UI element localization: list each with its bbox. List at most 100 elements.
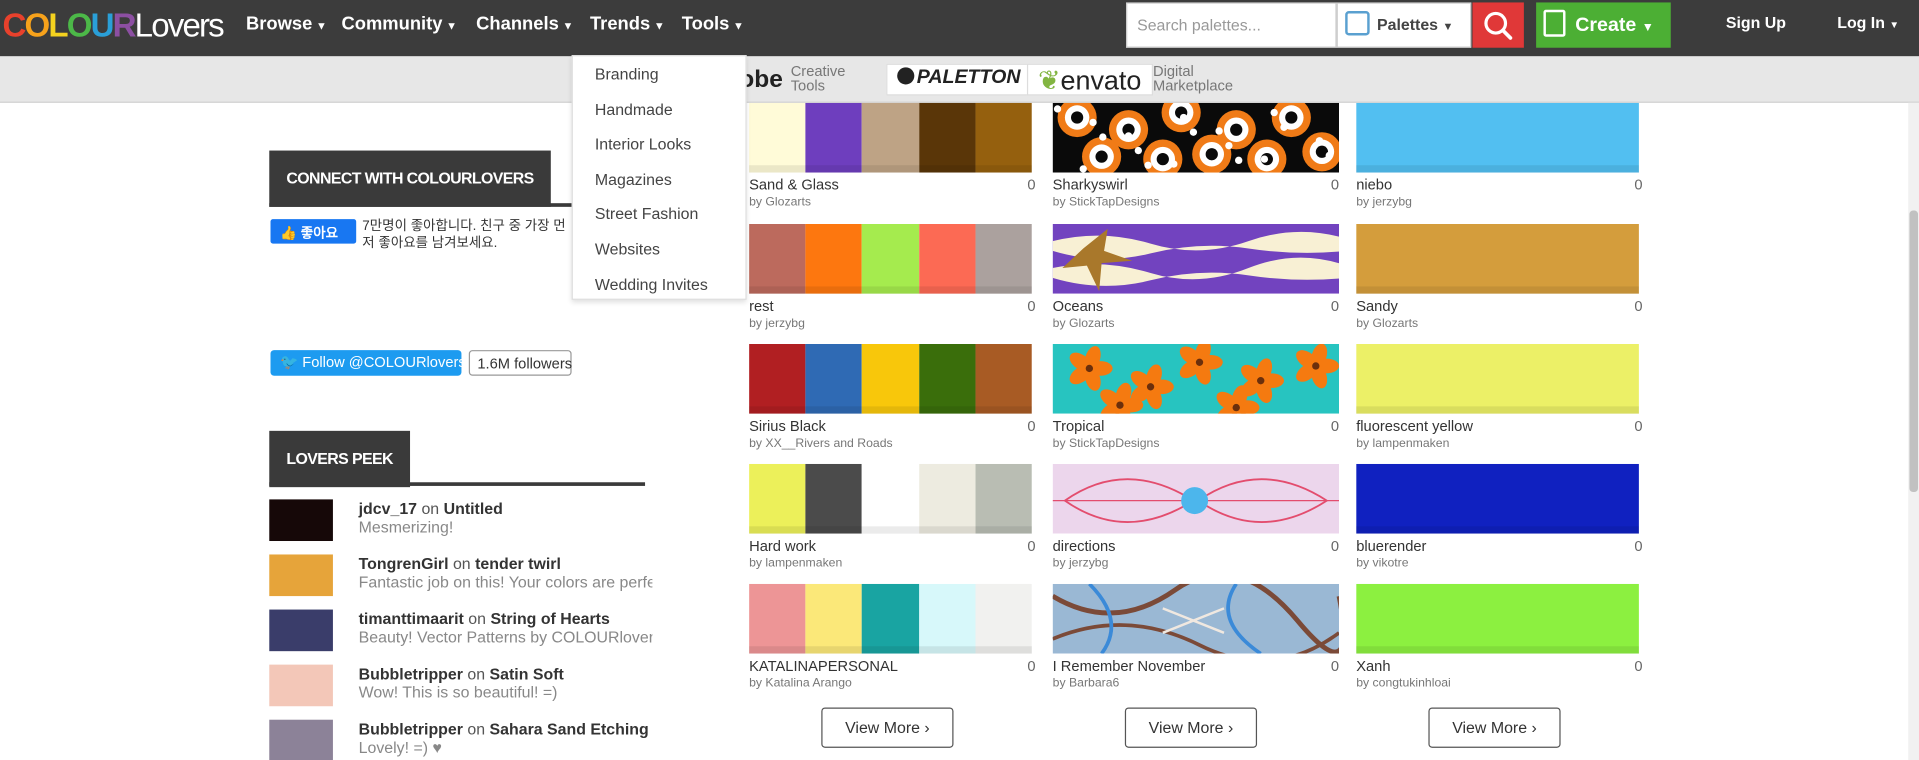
trends-menu-item[interactable]: Websites — [595, 240, 660, 258]
palette-swatches[interactable] — [1356, 343, 1639, 414]
trends-menu-item[interactable]: Magazines — [595, 170, 672, 188]
palette-pattern[interactable] — [1052, 343, 1340, 414]
palette-author[interactable]: by Barbara6 — [1053, 677, 1120, 690]
palette-card[interactable]: Oceans 0 by Glozarts — [1052, 223, 1340, 334]
twitter-follow-button[interactable]: 🐦 Follow @COLOURlovers — [270, 350, 466, 376]
palette-name[interactable]: Sharkyswirl — [1053, 176, 1128, 193]
palette-card[interactable]: rest 0 by jerzybg — [749, 223, 1036, 334]
palette-swatches[interactable] — [749, 343, 1032, 414]
palette-card[interactable]: I Remember November 0 by Barbara6 — [1052, 583, 1340, 694]
view-more-button[interactable]: View More › — [821, 707, 954, 748]
palette-card[interactable]: niebo 0 by jerzybg — [1356, 102, 1643, 213]
peek-user-link[interactable]: jdcv_17 — [359, 499, 417, 517]
nav-channels[interactable]: Channels ▼ — [476, 13, 573, 34]
trends-menu-item[interactable]: Street Fashion — [595, 204, 698, 222]
sign-up-link[interactable]: Sign Up — [1726, 13, 1786, 31]
peek-item[interactable]: TongrenGirl on tender twirl Fantastic job… — [269, 554, 652, 605]
palette-author[interactable]: by Glozarts — [1053, 317, 1115, 330]
palette-name[interactable]: directions — [1053, 537, 1116, 554]
peek-user-link[interactable]: Bubbletripper — [359, 720, 463, 738]
palette-swatches[interactable] — [749, 102, 1032, 173]
palette-card[interactable]: directions 0 by jerzybg — [1052, 463, 1340, 574]
peek-thumbnail[interactable] — [269, 499, 333, 542]
palette-author[interactable]: by Glozarts — [749, 196, 811, 209]
nav-tools[interactable]: Tools ▼ — [682, 13, 744, 34]
colourlovers-logo[interactable]: COLOURLovers — [2, 7, 224, 45]
palette-author[interactable]: by jerzybg — [749, 317, 805, 330]
paletton-logo[interactable]: PALETTON — [886, 63, 1032, 96]
palette-card[interactable]: Sand & Glass 0 by Glozarts — [749, 102, 1036, 213]
palette-pattern[interactable] — [1052, 223, 1340, 294]
palette-pattern[interactable] — [1052, 102, 1340, 173]
peek-target-link[interactable]: tender twirl — [475, 554, 561, 572]
palette-name[interactable]: KATALINAPERSONAL — [749, 657, 898, 674]
peek-item[interactable]: Bubbletripper on Satin Soft Wow! This is … — [269, 664, 648, 716]
palette-name[interactable]: Sirius Black — [749, 417, 826, 434]
palette-card[interactable]: fluorescent yellow 0 by lampenmaken — [1356, 343, 1643, 454]
facebook-like-button[interactable]: 👍 좋아요 — [270, 219, 357, 244]
log-in-link[interactable]: Log In ▼ — [1837, 13, 1899, 31]
nav-browse[interactable]: Browse ▼ — [246, 13, 327, 34]
trends-menu-item[interactable]: Branding — [595, 65, 659, 83]
palette-author[interactable]: by XX__Rivers and Roads — [749, 437, 893, 450]
peek-item[interactable]: Bubbletripper on Sahara Sand Etching Love… — [269, 719, 649, 760]
search-button[interactable] — [1472, 2, 1524, 48]
palette-author[interactable]: by lampenmaken — [749, 557, 842, 570]
palette-name[interactable]: Hard work — [749, 537, 816, 554]
palette-author[interactable]: by StickTapDesigns — [1053, 437, 1160, 450]
palette-author[interactable]: by lampenmaken — [1356, 437, 1449, 450]
view-more-button[interactable]: View More › — [1124, 707, 1258, 748]
palette-swatches[interactable] — [749, 463, 1032, 534]
palette-author[interactable]: by jerzybg — [1356, 196, 1412, 209]
nav-community[interactable]: Community ▼ — [341, 13, 457, 34]
palette-swatches[interactable] — [1356, 463, 1639, 534]
palette-pattern[interactable] — [1052, 463, 1340, 534]
palette-name[interactable]: Oceans — [1053, 297, 1104, 314]
trends-menu-item[interactable]: Interior Looks — [595, 135, 691, 153]
palette-author[interactable]: by Glozarts — [1356, 317, 1418, 330]
palette-name[interactable]: rest — [749, 297, 773, 314]
peek-thumbnail[interactable] — [269, 664, 333, 707]
peek-target-link[interactable]: Sahara Sand Etching — [490, 720, 649, 738]
trends-menu-item[interactable]: Handmade — [595, 100, 673, 118]
palette-swatches[interactable] — [749, 583, 1032, 654]
palette-swatches[interactable] — [749, 223, 1032, 294]
palette-name[interactable]: bluerender — [1356, 537, 1426, 554]
peek-thumbnail[interactable] — [269, 719, 333, 760]
palette-card[interactable]: Xanh 0 by congtukinhloai — [1356, 583, 1643, 694]
peek-thumbnail[interactable] — [269, 554, 333, 597]
palette-author[interactable]: by vikotre — [1356, 557, 1408, 570]
palette-swatches[interactable] — [1356, 583, 1639, 654]
view-more-button[interactable]: View More › — [1428, 707, 1561, 748]
peek-item[interactable]: timanttimaarit on String of Hearts Beauty… — [269, 609, 652, 661]
palette-card[interactable]: bluerender 0 by vikotre — [1356, 463, 1643, 574]
palette-name[interactable]: fluorescent yellow — [1356, 417, 1473, 434]
peek-user-link[interactable]: Bubbletripper — [359, 665, 463, 683]
create-button[interactable]: Create ▼ — [1536, 2, 1671, 48]
palette-card[interactable]: Sandy 0 by Glozarts — [1356, 223, 1643, 334]
palette-name[interactable]: Xanh — [1356, 657, 1390, 674]
peek-user-link[interactable]: timanttimaarit — [359, 610, 464, 628]
palette-name[interactable]: Tropical — [1053, 417, 1105, 434]
palette-card[interactable]: Sirius Black 0 by XX__Rivers and Roads — [749, 343, 1036, 454]
search-type-select[interactable]: Palettes ▼ — [1336, 2, 1472, 48]
peek-user-link[interactable]: TongrenGirl — [359, 554, 449, 572]
palette-name[interactable]: I Remember November — [1053, 657, 1206, 674]
trends-menu-item[interactable]: Wedding Invites — [595, 275, 708, 293]
palette-author[interactable]: by Katalina Arango — [749, 677, 852, 690]
palette-card[interactable]: Tropical 0 by StickTapDesigns — [1052, 343, 1340, 454]
palette-name[interactable]: niebo — [1356, 176, 1392, 193]
palette-card[interactable]: Sharkyswirl 0 by StickTapDesigns — [1052, 102, 1340, 213]
palette-name[interactable]: Sandy — [1356, 297, 1398, 314]
scrollbar-thumb[interactable] — [1909, 210, 1919, 493]
envato-logo[interactable]: ❦envato — [1026, 63, 1153, 96]
palette-card[interactable]: KATALINAPERSONAL 0 by Katalina Arango — [749, 583, 1036, 694]
peek-target-link[interactable]: Satin Soft — [490, 665, 564, 683]
palette-swatches[interactable] — [1356, 102, 1639, 173]
palette-swatches[interactable] — [1356, 223, 1639, 294]
scrollbar[interactable] — [1908, 102, 1919, 760]
search-input[interactable]: Search palettes... — [1126, 2, 1337, 48]
nav-trends[interactable]: Trends ▼ — [590, 13, 665, 34]
peek-target-link[interactable]: Untitled — [444, 499, 503, 517]
palette-author[interactable]: by StickTapDesigns — [1053, 196, 1160, 209]
